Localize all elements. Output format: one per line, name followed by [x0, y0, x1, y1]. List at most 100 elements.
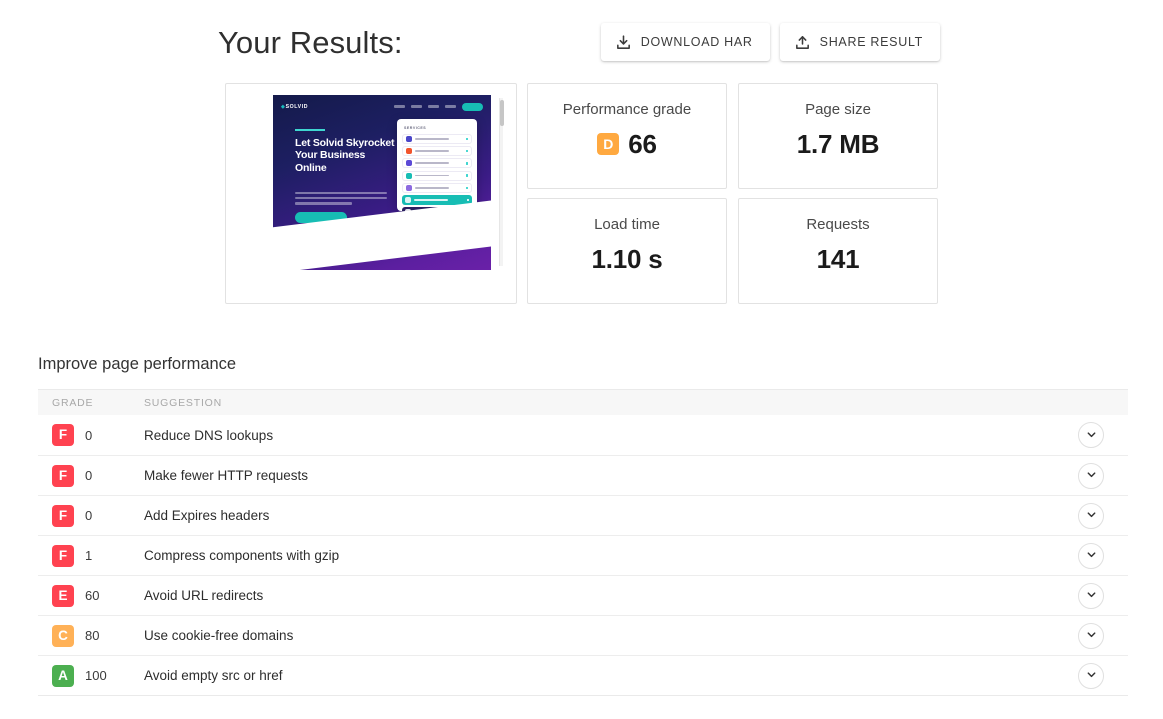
- mini-site-button: [295, 212, 347, 223]
- cell-suggestion: Avoid URL redirects: [144, 588, 264, 603]
- metric-value-row: 141: [739, 246, 937, 272]
- cell-suggestion: Use cookie-free domains: [144, 628, 294, 643]
- chevron-down-icon: [1086, 548, 1097, 563]
- metric-card-load-time: Load time 1.10 s: [527, 198, 727, 304]
- screenshot-thumbnail-card[interactable]: ◈SOLVID Let Solvid Skyrocket Your Busine…: [225, 83, 517, 304]
- cell-suggestion: Avoid empty src or href: [144, 668, 283, 683]
- table-body: F 0 Reduce DNS lookups F 0 Make fewer HT…: [38, 415, 1128, 695]
- chevron-down-icon: [1086, 588, 1097, 603]
- results-page: Your Results: DOWNLOAD HAR SHARE RESULT …: [0, 0, 1163, 719]
- mini-site-rule: [295, 129, 325, 131]
- column-header-grade: GRADE: [52, 396, 94, 409]
- metric-value: 1.7 MB: [796, 129, 880, 159]
- share-upload-icon: [794, 34, 811, 51]
- cell-grade: F 0: [52, 504, 144, 527]
- cell-grade: F 0: [52, 424, 144, 446]
- column-header-suggestion: SUGGESTION: [144, 396, 223, 409]
- table-header-row: GRADE SUGGESTION: [38, 390, 1128, 415]
- cell-suggestion: Compress components with gzip: [144, 548, 340, 563]
- grade-score: 0: [85, 508, 93, 523]
- chevron-down-icon: [1086, 628, 1097, 643]
- cell-grade: E 60: [52, 584, 144, 607]
- mini-site-menu: [394, 102, 483, 111]
- download-har-button[interactable]: DOWNLOAD HAR: [600, 23, 770, 61]
- header-actions: DOWNLOAD HAR SHARE RESULT: [600, 23, 940, 61]
- table-row[interactable]: F 0 Reduce DNS lookups: [38, 415, 1128, 455]
- download-icon: [615, 34, 632, 51]
- metric-value: 141: [816, 244, 860, 274]
- metric-label: Page size: [805, 101, 871, 118]
- mini-site-logo: ◈SOLVID: [281, 103, 309, 110]
- metric-label: Load time: [594, 216, 660, 233]
- results-header: Your Results: DOWNLOAD HAR SHARE RESULT: [218, 14, 940, 70]
- expand-row-button[interactable]: [1078, 542, 1104, 569]
- mini-site-headline: Let Solvid Skyrocket Your Business Onlin…: [295, 137, 395, 174]
- suggestions-table: GRADE SUGGESTION F 0 Reduce DNS lookups …: [38, 389, 1128, 696]
- metric-value-row: 1.10 s: [528, 246, 726, 272]
- metric-label: Requests: [806, 216, 870, 233]
- cell-grade: F 0: [52, 464, 144, 487]
- mini-site-services-panel: SERVICES: [397, 119, 477, 218]
- mini-panel-title: SERVICES: [404, 126, 427, 130]
- cell-grade: A 100: [52, 664, 144, 687]
- expand-row-button[interactable]: [1078, 582, 1104, 609]
- screenshot-preview: ◈SOLVID Let Solvid Skyrocket Your Busine…: [238, 95, 504, 291]
- table-row[interactable]: E 60 Avoid URL redirects: [38, 575, 1128, 615]
- chevron-down-icon: [1086, 468, 1097, 483]
- mini-secondary-action: [402, 207, 472, 218]
- mini-service-item: [402, 170, 472, 181]
- table-row[interactable]: C 80 Use cookie-free domains: [38, 615, 1128, 655]
- grade-score: 0: [85, 427, 93, 443]
- metric-card-requests: Requests 141: [738, 198, 938, 304]
- grade-score: 60: [85, 588, 100, 603]
- cell-suggestion: Add Expires headers: [144, 508, 270, 523]
- expand-row-button[interactable]: [1078, 662, 1104, 689]
- grade-score: 80: [85, 628, 100, 643]
- expand-row-button[interactable]: [1078, 502, 1104, 529]
- grade-score: 100: [85, 668, 107, 683]
- grade-badge: F: [52, 544, 74, 567]
- grade-badge: C: [52, 624, 74, 647]
- cell-suggestion: Reduce DNS lookups: [144, 427, 274, 443]
- preview-scrollbar[interactable]: [499, 98, 504, 266]
- cell-grade: C 80: [52, 624, 144, 647]
- grade-badge: E: [52, 584, 74, 607]
- chevron-down-icon: [1086, 428, 1097, 443]
- cell-suggestion: Make fewer HTTP requests: [144, 468, 309, 483]
- mini-site-mock: ◈SOLVID Let Solvid Skyrocket Your Busine…: [273, 95, 491, 270]
- mini-site-nav: ◈SOLVID: [281, 102, 483, 111]
- grade-badge: D: [597, 133, 620, 155]
- grade-badge: A: [52, 664, 74, 687]
- chevron-down-icon: [1086, 668, 1097, 683]
- metric-value: 1.10 s: [591, 244, 663, 274]
- cell-grade: F 1: [52, 544, 144, 567]
- grade-score: 0: [85, 468, 93, 483]
- metric-card-performance-grade: Performance grade D 66: [527, 83, 727, 189]
- table-row[interactable]: A 100 Avoid empty src or href: [38, 655, 1128, 695]
- metric-value-row: 1.7 MB: [739, 131, 937, 157]
- expand-row-button[interactable]: [1078, 622, 1104, 649]
- grade-badge: F: [52, 424, 74, 446]
- mini-site-subtext: [295, 192, 387, 208]
- mini-primary-action: [402, 194, 472, 205]
- expand-row-button[interactable]: [1078, 462, 1104, 489]
- metric-label: Performance grade: [562, 101, 692, 118]
- share-result-label: SHARE RESULT: [819, 35, 923, 49]
- metric-value: 66: [628, 129, 657, 159]
- metric-value-row: D 66: [528, 131, 726, 157]
- table-row[interactable]: F 0 Add Expires headers: [38, 495, 1128, 535]
- summary-cards: ◈SOLVID Let Solvid Skyrocket Your Busine…: [225, 83, 940, 304]
- share-result-button[interactable]: SHARE RESULT: [779, 23, 940, 61]
- suggestions-section-title: Improve page performance: [38, 355, 237, 373]
- mini-service-item: [402, 146, 472, 157]
- expand-row-button[interactable]: [1078, 422, 1104, 448]
- table-row[interactable]: F 1 Compress components with gzip: [38, 535, 1128, 575]
- mini-service-item: [402, 158, 472, 169]
- table-row[interactable]: F 0 Make fewer HTTP requests: [38, 455, 1128, 495]
- mini-service-item: [402, 134, 472, 144]
- mini-site-cta: [462, 102, 483, 111]
- download-har-label: DOWNLOAD HAR: [640, 35, 753, 49]
- grade-badge: F: [52, 504, 74, 527]
- grade-badge: F: [52, 464, 74, 487]
- metric-card-page-size: Page size 1.7 MB: [738, 83, 938, 189]
